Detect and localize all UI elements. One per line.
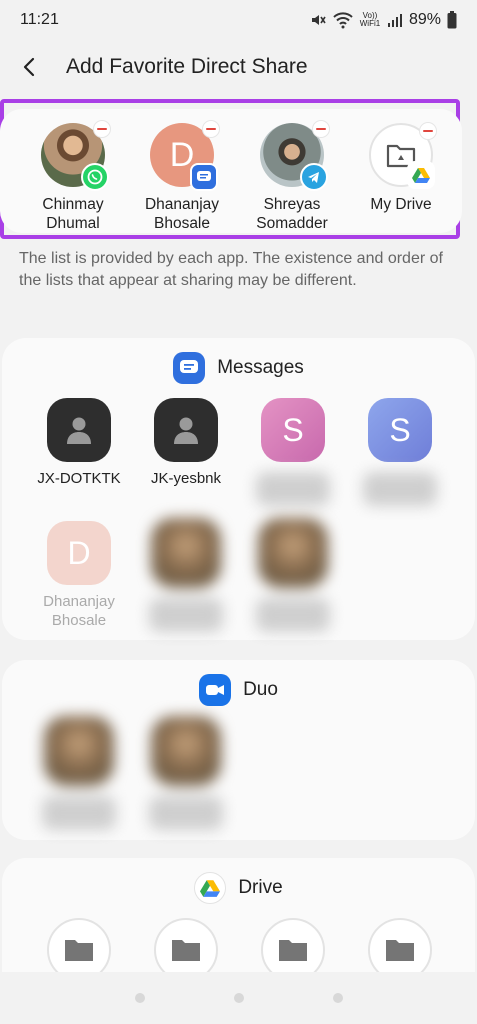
folder-icon <box>279 940 307 961</box>
recents-button[interactable] <box>134 993 145 1003</box>
contact-label: Dhananjay Bhosale <box>43 593 115 629</box>
back-arrow-icon <box>23 57 35 77</box>
favorite-item[interactable]: Chinmay Dhumal <box>18 120 128 233</box>
avatar: D <box>47 521 111 585</box>
network-label: Vo)) WiFi1 <box>359 11 381 28</box>
status-bar: 11:21 Vo)) WiFi1 89% <box>0 0 477 40</box>
blurred-label <box>363 462 437 506</box>
contact-item[interactable]: S <box>350 398 450 506</box>
wifi-icon <box>333 12 353 29</box>
blurred-contact[interactable] <box>136 716 236 830</box>
contact-item[interactable]: D Dhananjay Bhosale <box>29 521 129 630</box>
drive-header: Drive <box>2 872 475 904</box>
favorites-highlight: Chinmay Dhumal D Dhananjay Bhosale Shrey… <box>0 99 462 239</box>
duo-header: Duo <box>2 674 475 706</box>
contact-item[interactable]: JX-DOTKTK <box>29 398 129 488</box>
mute-icon <box>311 15 326 25</box>
avatar <box>260 120 330 191</box>
person-icon <box>47 398 111 462</box>
home-button[interactable] <box>233 993 244 1003</box>
app-bar: Add Favorite Direct Share <box>0 44 477 90</box>
favorites-card: Chinmay Dhumal D Dhananjay Bhosale Shrey… <box>0 109 462 233</box>
favorite-item[interactable]: Shreyas Somadder <box>237 120 347 233</box>
blurred-contact[interactable] <box>243 518 343 632</box>
telegram-icon <box>300 163 328 191</box>
duo-icon <box>199 674 232 706</box>
folder-icon <box>172 940 200 961</box>
remove-favorite-button[interactable] <box>312 120 330 138</box>
navigation-bar <box>0 972 477 1024</box>
status-icons: Vo)) WiFi1 89% <box>309 11 457 29</box>
google-drive-icon <box>194 872 227 904</box>
contact-label: JX-DOTKTK <box>37 470 121 487</box>
avatar: S <box>261 398 325 462</box>
whatsapp-icon <box>81 163 109 191</box>
remove-favorite-button[interactable] <box>419 122 437 140</box>
avatar <box>41 120 111 191</box>
back-nav-button[interactable] <box>332 993 343 1003</box>
avatar: S <box>368 398 432 462</box>
favorite-item[interactable]: D Dhananjay Bhosale <box>127 120 237 233</box>
avatar <box>369 122 437 189</box>
status-time: 11:21 <box>20 11 59 28</box>
favorite-label: Chinmay Dhumal <box>42 196 104 232</box>
person-icon <box>154 398 218 462</box>
page-title: Add Favorite Direct Share <box>66 55 308 78</box>
info-text: The list is provided by each app. The ex… <box>19 250 443 289</box>
messages-icon <box>173 352 206 384</box>
contact-label: JK-yesbnk <box>150 470 222 487</box>
messages-header: Messages <box>2 352 475 384</box>
favorite-label: Shreyas Somadder <box>256 196 328 232</box>
blurred-contact[interactable] <box>29 716 129 830</box>
blurred-label <box>256 462 330 506</box>
app-name: Drive <box>238 877 283 898</box>
contact-item[interactable]: S <box>243 398 343 506</box>
battery-icon <box>447 11 457 29</box>
app-name: Duo <box>243 679 278 700</box>
app-name: Messages <box>217 357 304 378</box>
contact-item[interactable]: JK-yesbnk <box>136 398 236 488</box>
remove-favorite-button[interactable] <box>93 120 111 138</box>
messages-icon <box>190 163 218 191</box>
duo-card: Duo <box>2 660 475 840</box>
remove-favorite-button[interactable] <box>202 120 220 138</box>
favorite-item[interactable]: My Drive <box>346 122 456 214</box>
folder-icon <box>386 940 414 961</box>
blurred-contact[interactable] <box>136 518 236 632</box>
google-drive-icon <box>407 161 435 189</box>
folder-icon <box>65 940 93 961</box>
back-button[interactable] <box>0 44 60 90</box>
favorite-label: My Drive <box>370 196 432 213</box>
messages-card: Messages JX-DOTKTK JK-yesbnk S S D Dhana… <box>2 338 475 640</box>
favorite-label: Dhananjay Bhosale <box>144 196 220 232</box>
avatar: D <box>150 120 220 191</box>
battery-percent: 89% <box>408 11 441 28</box>
signal-icon <box>387 14 402 27</box>
